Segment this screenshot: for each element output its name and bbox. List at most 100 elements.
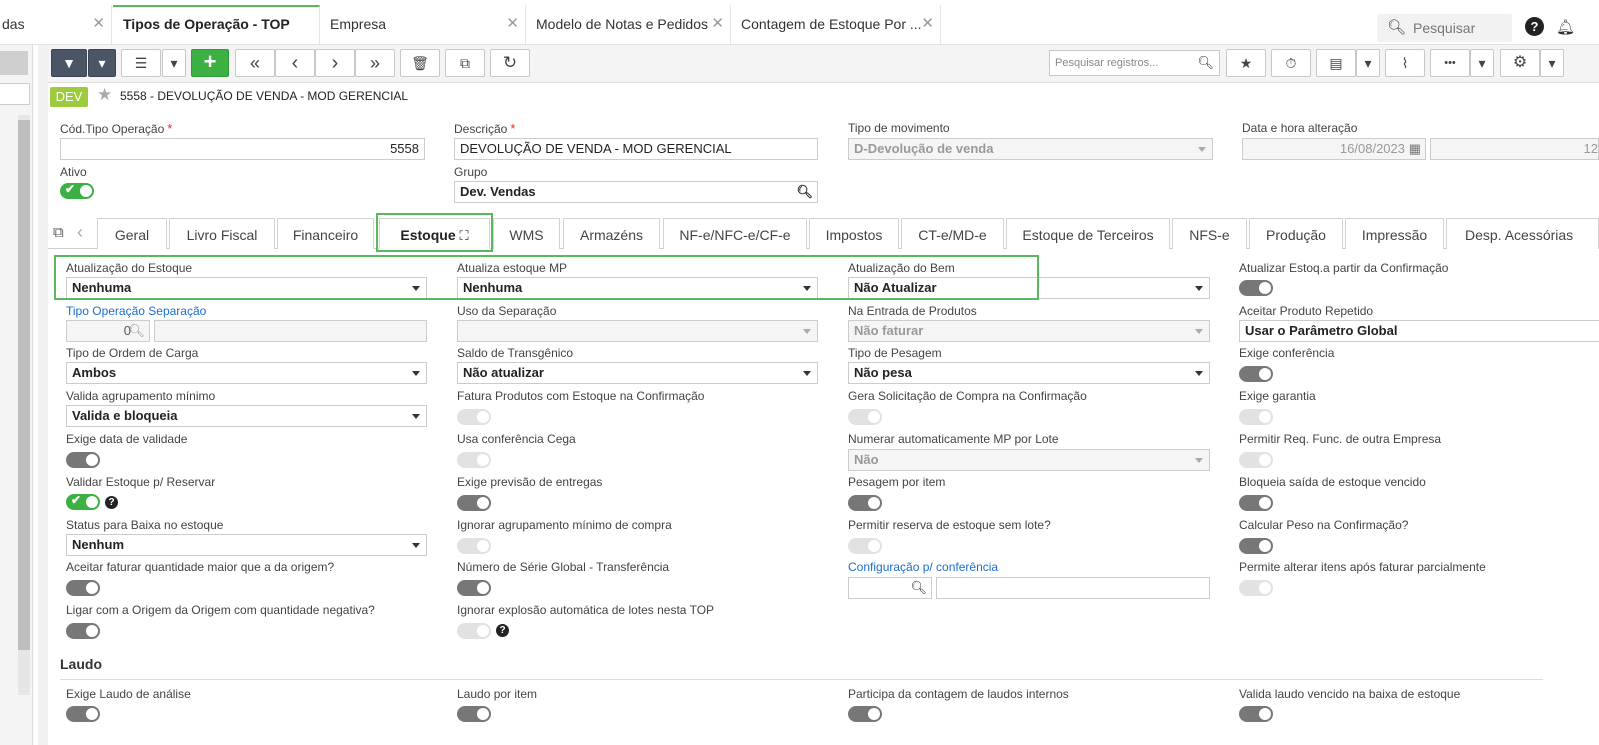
- previous-record-button[interactable]: ‹: [275, 49, 315, 77]
- exige-conferencia-toggle[interactable]: [1239, 366, 1273, 382]
- valida-agrupamento-select[interactable]: Valida e bloqueia: [66, 405, 427, 427]
- fatura-produtos-toggle[interactable]: [457, 409, 491, 425]
- gera-solicitacao-toggle[interactable]: [848, 409, 882, 425]
- window-tab[interactable]: Contagem de Estoque Por ... ✕: [731, 5, 941, 44]
- participa-contagem-toggle[interactable]: [848, 706, 882, 722]
- search-icon[interactable]: 🔍︎: [796, 182, 813, 202]
- uso-separacao-select[interactable]: [457, 320, 818, 342]
- left-panel-input[interactable]: [0, 83, 30, 105]
- bell-icon[interactable]: 🔔︎: [1556, 18, 1575, 36]
- filter-dropdown-button[interactable]: ▾: [88, 49, 116, 77]
- tipo-ordem-carga-select[interactable]: Ambos: [66, 362, 427, 384]
- attach-button[interactable]: ⌇: [1385, 49, 1425, 77]
- tab-producao[interactable]: Produção: [1249, 218, 1343, 249]
- configuracao-conferencia-link[interactable]: Configuração p/ conferência: [848, 560, 998, 574]
- permitir-req-toggle[interactable]: [1239, 452, 1273, 468]
- copy-button[interactable]: ⧉: [445, 49, 485, 77]
- tab-financeiro[interactable]: Financeiro: [277, 218, 374, 249]
- tab-geral[interactable]: Geral: [97, 218, 167, 249]
- usa-conferencia-cega-toggle[interactable]: [457, 452, 491, 468]
- star-icon[interactable]: ★: [97, 85, 112, 105]
- valida-laudo-toggle[interactable]: [1239, 706, 1273, 722]
- timer-button[interactable]: ⏱: [1271, 49, 1311, 77]
- grid-dropdown-button[interactable]: ▾: [162, 49, 186, 77]
- ignorar-agrupamento-toggle[interactable]: [457, 538, 491, 554]
- numerar-mp-select[interactable]: Não: [848, 449, 1210, 471]
- validar-estoque-toggle[interactable]: ✔: [66, 493, 100, 510]
- close-icon[interactable]: ✕: [711, 5, 724, 43]
- ativo-toggle[interactable]: ✔: [60, 182, 94, 199]
- tab-desp-acessorias[interactable]: Desp. Acessórias: [1446, 218, 1599, 249]
- window-tab[interactable]: das ✕: [0, 5, 112, 44]
- hora-alteracao-input[interactable]: 12: [1430, 138, 1599, 160]
- tab-nfse[interactable]: NFS-e: [1172, 218, 1247, 249]
- exige-previsao-toggle[interactable]: [457, 495, 491, 511]
- settings-button[interactable]: ⚙: [1500, 49, 1540, 77]
- permite-alterar-toggle[interactable]: [1239, 580, 1273, 596]
- exige-validade-toggle[interactable]: [66, 452, 100, 468]
- ligar-origem-toggle[interactable]: [66, 623, 100, 639]
- data-alteracao-input[interactable]: 16/08/2023 ▦: [1242, 138, 1426, 160]
- first-record-button[interactable]: «: [235, 49, 275, 77]
- tab-cte[interactable]: CT-e/MD-e: [901, 218, 1004, 249]
- aceitar-faturar-toggle[interactable]: [66, 580, 100, 596]
- tab-livro-fiscal[interactable]: Livro Fiscal: [169, 218, 275, 249]
- ignorar-explosao-toggle[interactable]: [457, 623, 491, 639]
- bloqueia-saida-toggle[interactable]: [1239, 495, 1273, 511]
- report-button[interactable]: ▤: [1316, 49, 1356, 77]
- help-icon[interactable]: ?: [105, 496, 118, 509]
- copy-icon[interactable]: ⧉: [53, 224, 64, 241]
- tipo-pesagem-select[interactable]: Não pesa: [848, 362, 1210, 384]
- tab-wms[interactable]: WMS: [493, 218, 560, 249]
- tipo-operacao-separacao-link[interactable]: Tipo Operação Separação: [66, 304, 206, 318]
- help-icon[interactable]: ?: [1525, 17, 1544, 36]
- top-search-input[interactable]: 🔍︎ Pesquisar: [1377, 14, 1512, 42]
- tipo-operacao-separacao-input[interactable]: 0 🔍︎: [66, 320, 150, 342]
- status-baixa-select[interactable]: Nenhum: [66, 534, 427, 556]
- main-scrollbar[interactable]: [38, 45, 48, 745]
- left-panel-scroll-thumb[interactable]: [18, 120, 30, 650]
- exige-laudo-toggle[interactable]: [66, 706, 100, 722]
- tab-impostos[interactable]: Impostos: [809, 218, 899, 249]
- close-icon[interactable]: ✕: [92, 5, 105, 43]
- exige-garantia-toggle[interactable]: [1239, 409, 1273, 425]
- filter-button[interactable]: ▼: [51, 49, 87, 77]
- more-button[interactable]: •••: [1430, 49, 1470, 77]
- close-icon[interactable]: ✕: [506, 5, 519, 43]
- last-record-button[interactable]: »: [355, 49, 395, 77]
- next-record-button[interactable]: ›: [315, 49, 355, 77]
- window-tab[interactable]: Empresa ✕: [320, 5, 526, 44]
- left-panel-button[interactable]: [0, 51, 28, 75]
- cod-tipo-operacao-input[interactable]: 5558: [60, 138, 425, 160]
- tab-nfe[interactable]: NF-e/NFC-e/CF-e: [663, 218, 807, 249]
- report-dropdown-button[interactable]: ▾: [1356, 49, 1380, 77]
- descricao-input[interactable]: DEVOLUÇÃO DE VENDA - MOD GERENCIAL: [454, 138, 818, 160]
- atualizar-confirmacao-toggle[interactable]: [1239, 280, 1273, 296]
- record-search-input[interactable]: Pesquisar registros... 🔍︎: [1049, 50, 1220, 76]
- na-entrada-select[interactable]: Não faturar: [848, 320, 1210, 342]
- delete-button[interactable]: 🗑: [400, 49, 440, 77]
- close-icon[interactable]: ✕: [921, 5, 934, 43]
- laudo-item-toggle[interactable]: [457, 706, 491, 722]
- help-icon[interactable]: ?: [496, 624, 509, 637]
- window-tab[interactable]: Modelo de Notas e Pedidos ✕: [526, 5, 731, 44]
- add-button[interactable]: +: [191, 49, 229, 77]
- saldo-transgenico-select[interactable]: Não atualizar: [457, 362, 818, 384]
- refresh-button[interactable]: ↻: [490, 49, 530, 77]
- grid-view-button[interactable]: ☰: [121, 49, 161, 77]
- favorite-button[interactable]: ★: [1226, 49, 1266, 77]
- pesagem-item-toggle[interactable]: [848, 495, 882, 511]
- search-icon[interactable]: 🔍︎: [128, 321, 145, 341]
- calcular-peso-toggle[interactable]: [1239, 538, 1273, 554]
- tipo-movimento-select[interactable]: D-Devolução de venda: [848, 138, 1213, 160]
- grupo-input[interactable]: Dev. Vendas 🔍︎: [454, 181, 818, 203]
- settings-dropdown-button[interactable]: ▾: [1540, 49, 1564, 77]
- permitir-reserva-toggle[interactable]: [848, 538, 882, 554]
- search-icon[interactable]: 🔍︎: [910, 578, 927, 598]
- tab-impressao[interactable]: Impressão: [1345, 218, 1444, 249]
- aceitar-repetido-select[interactable]: Usar o Parâmetro Global: [1239, 320, 1599, 342]
- configuracao-conferencia-input[interactable]: 🔍︎: [848, 577, 932, 599]
- more-dropdown-button[interactable]: ▾: [1470, 49, 1494, 77]
- numero-serie-toggle[interactable]: [457, 580, 491, 596]
- tab-armazens[interactable]: Armazéns: [563, 218, 660, 249]
